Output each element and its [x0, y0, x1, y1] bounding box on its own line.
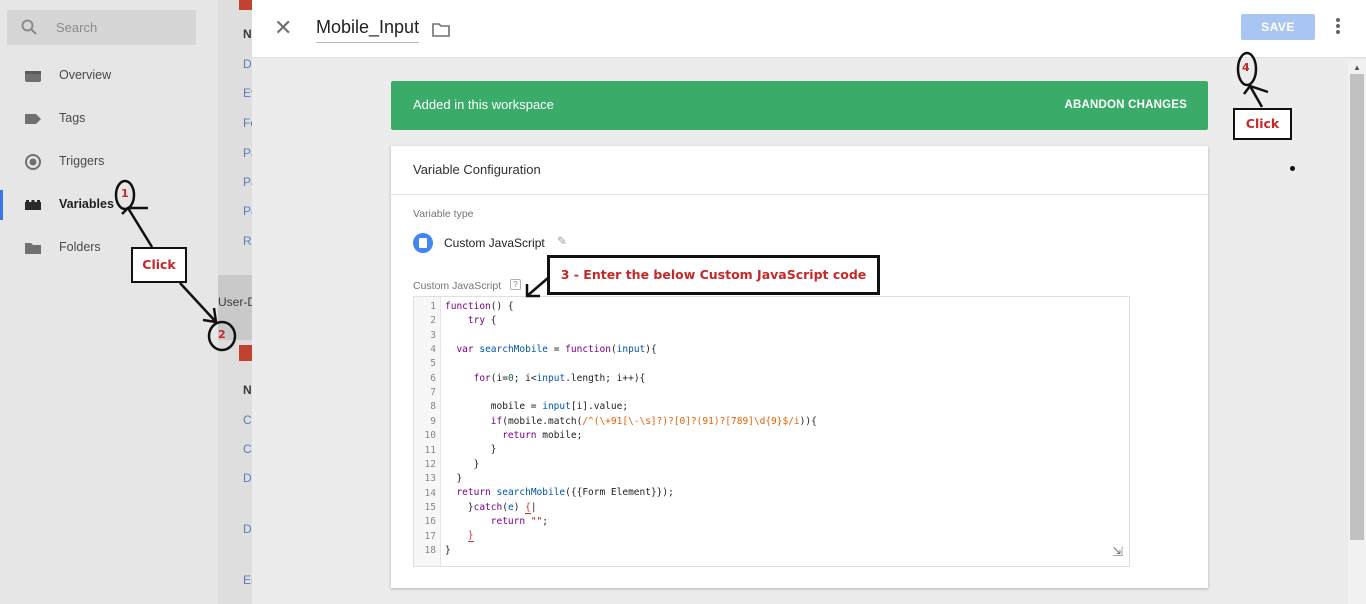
code-line: mobile = input[i].value;: [445, 401, 629, 412]
line-number: 10: [424, 430, 436, 442]
annotation-click-label: Click: [1233, 108, 1292, 140]
help-icon[interactable]: ?: [510, 279, 521, 290]
document-icon: [413, 233, 433, 253]
line-number: 5: [430, 358, 436, 370]
variable-type-name: Custom JavaScript: [444, 236, 545, 250]
folder-icon: [25, 243, 41, 254]
line-number: 2: [430, 315, 436, 327]
variables-icon: [25, 200, 41, 210]
panel-topbar: ✕ Mobile_Input SAVE: [252, 0, 1366, 58]
annotation-number: 2: [218, 328, 226, 341]
line-number-gutter: 1 2 3 4 5 6 7 8 9 10 11 12 13 14 15 16 17 18: [414, 297, 441, 566]
variable-type-label: Variable type: [413, 208, 474, 220]
code-field-label: Custom JavaScript: [413, 280, 502, 292]
line-number: 13: [424, 473, 436, 485]
code-line: return mobile;: [502, 430, 583, 441]
annotation-click-label: Click: [131, 247, 187, 283]
left-nav: Search Overview Tags Triggers Variables …: [0, 0, 218, 604]
tag-icon: [25, 114, 41, 124]
close-icon[interactable]: ✕: [274, 17, 292, 39]
code-line: }: [445, 545, 451, 556]
background-section-text: User-D: [218, 295, 256, 309]
line-number: 3: [430, 329, 436, 341]
scroll-up-icon[interactable]: ▲: [1353, 63, 1361, 72]
sidebar-item-label: Variables: [59, 197, 114, 211]
folder-icon[interactable]: [432, 22, 450, 37]
sidebar-item-variables[interactable]: Variables: [0, 190, 218, 220]
search-input[interactable]: Search: [56, 20, 97, 35]
code-line: return searchMobile({{Form Element}});: [456, 487, 674, 498]
code-line: if(mobile.match(/^(\+91[\-\s]?)?[0]?(91)…: [490, 416, 817, 427]
line-number: 1: [430, 301, 436, 312]
resize-handle-icon[interactable]: ⇲: [1112, 544, 1123, 560]
scrollbar-thumb[interactable]: [1350, 74, 1364, 540]
line-number: 14: [424, 487, 436, 499]
annotation-number: 4: [1242, 61, 1250, 74]
code-line: return "";: [490, 516, 549, 527]
code-editor[interactable]: 1 2 3 4 5 6 7 8 9 10 11 12 13 14 15 16 17 18 function() {…: [413, 296, 1130, 567]
trigger-icon: [25, 154, 41, 170]
search-bar[interactable]: Search: [7, 10, 196, 45]
sidebar-item-label: Triggers: [59, 154, 105, 168]
line-number: 12: [424, 458, 436, 470]
sidebar-item-triggers[interactable]: Triggers: [0, 147, 218, 177]
code-line: var searchMobile = function(input){: [456, 344, 657, 355]
divider: [391, 194, 1208, 195]
workspace-banner: Added in this workspace ABANDON CHANGES: [391, 81, 1208, 130]
annotation-step-label: 3 - Enter the below Custom JavaScript co…: [547, 255, 880, 295]
overview-icon: [25, 71, 41, 82]
line-number: 18: [424, 544, 436, 556]
search-icon: [21, 19, 37, 35]
more-options-icon[interactable]: [1335, 18, 1341, 38]
save-button[interactable]: SAVE: [1241, 14, 1315, 40]
line-number: 16: [424, 516, 436, 528]
code-line: function() {: [445, 301, 514, 312]
sidebar-item-tags[interactable]: Tags: [0, 104, 218, 134]
abandon-changes-button[interactable]: ABANDON CHANGES: [1065, 99, 1187, 111]
code-line: }: [445, 473, 463, 484]
variable-name-input[interactable]: Mobile_Input: [316, 17, 420, 43]
sidebar-item-label: Folders: [59, 240, 101, 254]
variable-editor-panel: ✕ Mobile_Input SAVE ▲ Added in this work…: [252, 0, 1366, 604]
banner-message: Added in this workspace: [413, 97, 554, 112]
line-number: 8: [430, 401, 436, 413]
code-line: }: [445, 459, 480, 470]
line-number: 15: [424, 501, 436, 513]
sidebar-item-label: Overview: [59, 68, 112, 82]
sidebar-item-overview[interactable]: Overview: [0, 61, 218, 91]
line-number: 9: [430, 415, 436, 427]
line-number: 7: [430, 387, 436, 399]
line-number: 11: [424, 444, 436, 456]
annotation-dot: [1290, 166, 1295, 171]
line-number: 4: [430, 344, 436, 356]
line-number: 6: [430, 372, 436, 384]
edit-pencil-icon[interactable]: ✎: [557, 234, 567, 248]
card-title: Variable Configuration: [413, 162, 541, 177]
sidebar-item-label: Tags: [59, 111, 86, 125]
code-line: try {: [467, 315, 497, 326]
line-number: 17: [424, 530, 436, 542]
code-line: }: [467, 530, 474, 542]
variable-configuration-card: Variable Configuration Variable type Cus…: [391, 146, 1208, 588]
annotation-number: 1: [121, 187, 129, 200]
code-line: for(i=0; i<input.length; i++){: [473, 373, 646, 384]
code-line: }: [445, 444, 497, 455]
code-line: }catch(e) {|: [445, 502, 537, 514]
